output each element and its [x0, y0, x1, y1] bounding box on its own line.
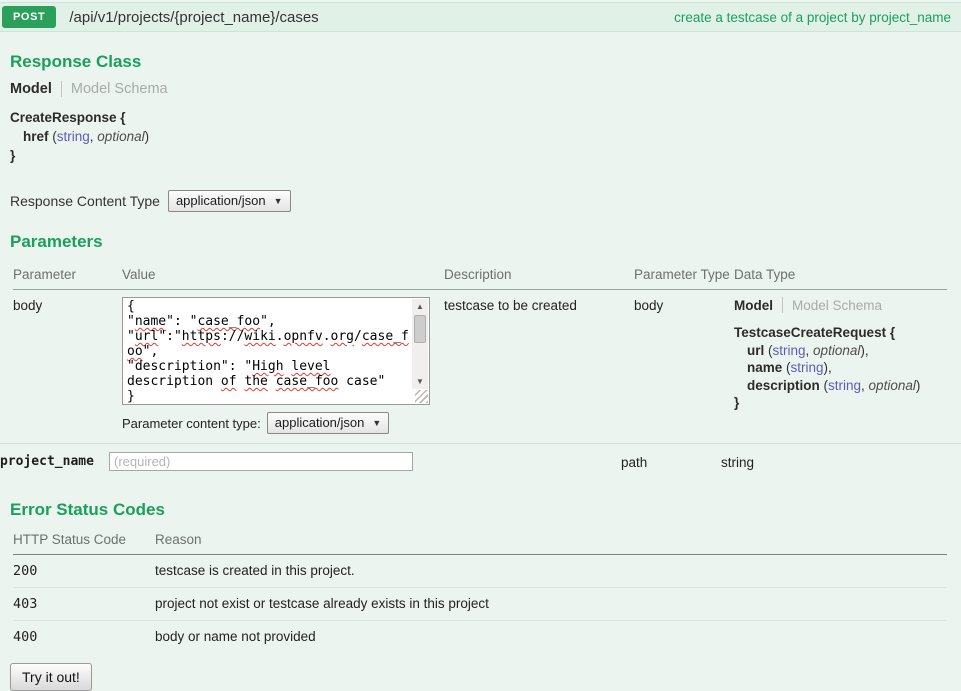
- chevron-down-icon: ▼: [372, 418, 381, 428]
- column-header-http-status-code: HTTP Status Code: [13, 532, 155, 555]
- param-description-project-name: [431, 461, 621, 462]
- project-name-input[interactable]: [109, 452, 413, 471]
- param-type-project-name: path: [621, 454, 721, 470]
- model-prop: description (string, optional): [734, 377, 947, 395]
- tab-model-schema[interactable]: Model Schema: [71, 81, 168, 97]
- model-prop: url (string, optional),: [734, 342, 947, 360]
- column-header-value: Value: [122, 267, 444, 290]
- response-class-heading: Response Class: [10, 52, 961, 72]
- status-code: 200: [13, 555, 155, 587]
- param-name-project-name: project_name: [0, 454, 109, 469]
- error-row-400: 400 body or name not provided: [0, 620, 961, 653]
- scroll-up-icon[interactable]: ▲: [412, 299, 428, 314]
- scroll-down-icon[interactable]: ▼: [412, 374, 428, 389]
- tab-model[interactable]: Model: [10, 81, 52, 97]
- status-code: 400: [13, 620, 155, 653]
- param-type-body: body: [634, 297, 734, 434]
- model-close-brace: }: [10, 146, 961, 165]
- error-status-codes-heading: Error Status Codes: [10, 500, 961, 520]
- parameter-content-type-select[interactable]: application/json ▼: [267, 412, 390, 434]
- error-row-200: 200 testcase is created in this project.: [0, 555, 961, 587]
- error-table-header: HTTP Status Code Reason: [0, 532, 961, 555]
- parameter-content-type-value: application/json: [275, 415, 365, 430]
- status-code: 403: [13, 587, 155, 620]
- body-value-textarea[interactable]: { "name": "case_foo", "url":"https://wik…: [122, 297, 430, 405]
- resize-grip-icon[interactable]: [415, 390, 428, 403]
- status-reason: project not exist or testcase already ex…: [155, 587, 947, 620]
- column-header-data-type: Data Type: [734, 267, 947, 290]
- status-reason: body or name not provided: [155, 620, 947, 653]
- column-header-parameter: Parameter: [13, 267, 122, 290]
- response-class-tabs: Model Model Schema: [10, 81, 961, 97]
- response-content-type-value: application/json: [176, 193, 266, 208]
- tab-divider: [61, 81, 62, 97]
- tab-divider: [782, 297, 783, 313]
- body-data-type-tabs: Model Model Schema: [734, 297, 947, 313]
- response-content-type-label: Response Content Type: [10, 193, 160, 209]
- textarea-scrollbar[interactable]: ▲ ▼: [412, 299, 428, 389]
- body-value-text: { "name": "case_foo", "url":"https://wik…: [127, 299, 412, 404]
- http-method-badge[interactable]: POST: [2, 6, 56, 28]
- data-type-project-name: string: [721, 454, 961, 470]
- response-content-type-select[interactable]: application/json ▼: [168, 190, 291, 212]
- model-close-brace: }: [734, 394, 947, 412]
- column-header-parameter-type: Parameter Type: [634, 267, 734, 290]
- column-header-description: Description: [444, 267, 634, 290]
- chevron-down-icon: ▼: [274, 196, 283, 206]
- scrollbar-thumb[interactable]: [414, 315, 426, 343]
- body-tab-model-schema[interactable]: Model Schema: [792, 298, 882, 313]
- model-title: CreateResponse {: [10, 108, 961, 127]
- error-row-403: 403 project not exist or testcase alread…: [0, 587, 961, 620]
- status-reason: testcase is created in this project.: [155, 555, 947, 587]
- model-prop: href (string, optional): [10, 127, 961, 146]
- parameters-heading: Parameters: [10, 232, 961, 252]
- param-description-body: testcase to be created: [444, 297, 634, 434]
- param-name-body: body: [13, 297, 122, 434]
- request-model-signature: TestcaseCreateRequest { url (string, opt…: [734, 324, 947, 412]
- column-header-reason: Reason: [155, 532, 947, 555]
- table-row-body: body { "name": "case_foo", "url":"https:…: [0, 290, 961, 443]
- endpoint-header: POST /api/v1/projects/{project_name}/cas…: [0, 2, 961, 32]
- parameter-content-type-label: Parameter content type:: [122, 416, 261, 431]
- model-prop: name (string),: [734, 359, 947, 377]
- endpoint-path[interactable]: /api/v1/projects/{project_name}/cases: [69, 9, 318, 26]
- endpoint-summary[interactable]: create a testcase of a project by projec…: [674, 10, 951, 25]
- parameters-table-header: Parameter Value Description Parameter Ty…: [0, 267, 961, 290]
- model-title: TestcaseCreateRequest {: [734, 324, 947, 342]
- try-it-out-button[interactable]: Try it out!: [10, 663, 92, 691]
- table-row-project-name: project_name path string: [0, 443, 961, 480]
- response-model-signature: CreateResponse { href (string, optional)…: [10, 108, 961, 165]
- body-tab-model[interactable]: Model: [734, 298, 773, 313]
